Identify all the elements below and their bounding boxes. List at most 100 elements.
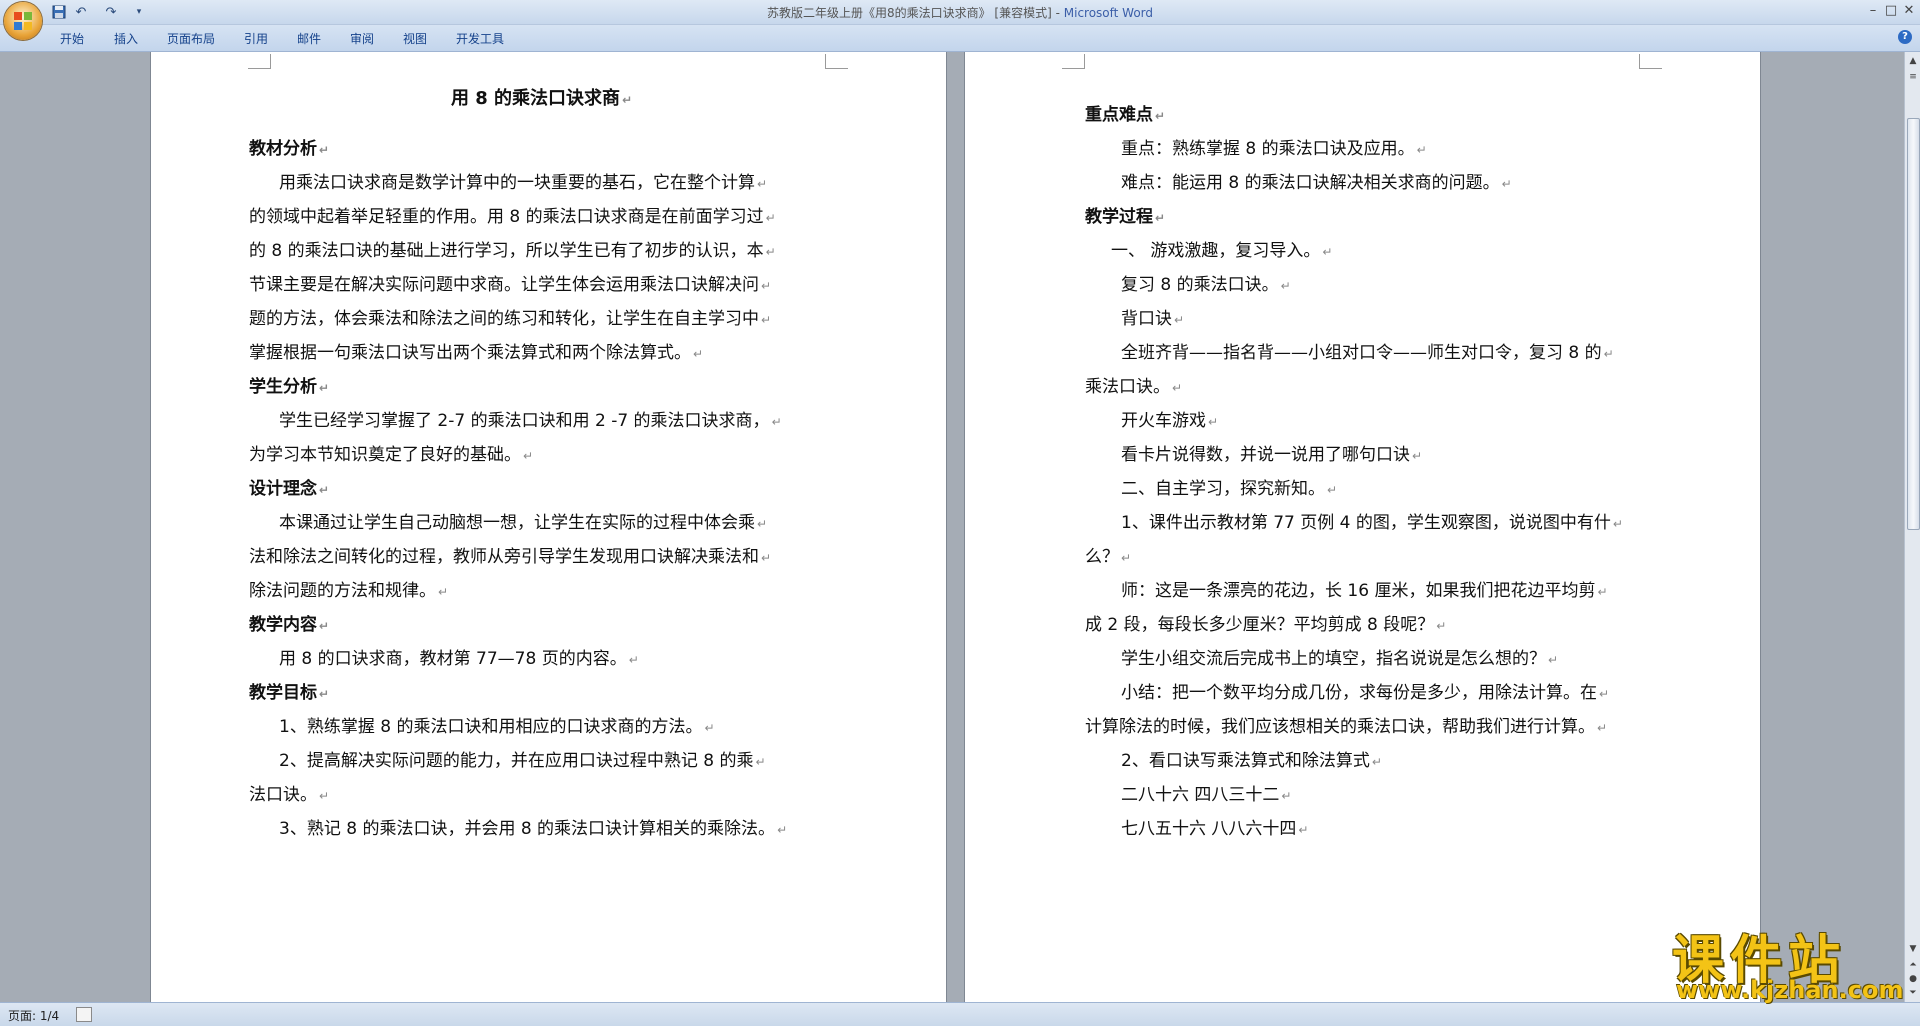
next-page-icon[interactable]: ⏷ [1906,986,1920,1000]
tab-view[interactable]: 视图 [403,30,427,47]
paragraph-line: 二八十六 四八三十二 ↵ [1121,785,1292,805]
margin-corner-top-right [1639,54,1662,69]
paragraph-mark-icon: ↵ [319,687,330,701]
paragraph-mark-icon: ↵ [1599,687,1610,701]
paragraph-line: 2、提高解决实际问题的能力，并在应用口诀过程中熟记 8 的乘 ↵ [279,751,766,771]
paragraph-line: 计算除法的时候，我们应该想相关的乘法口诀，帮助我们进行计算。 ↵ [1085,717,1608,737]
paragraph-mark-icon: ↵ [1155,109,1166,123]
office-button[interactable] [4,2,42,40]
paragraph-line: 复习 8 的乘法口诀。 ↵ [1121,275,1291,295]
paragraph-line: 为学习本节知识奠定了良好的基础。 ↵ [249,445,534,465]
paragraph-mark-icon: ↵ [1371,755,1382,769]
paragraph-mark-icon: ↵ [1436,619,1447,633]
paragraph-line: 1、熟练掌握 8 的乘法口诀和用相应的口诀求商的方法。 ↵ [279,717,715,737]
scroll-down-icon[interactable]: ▼ [1906,942,1920,956]
paragraph-mark-icon: ↵ [1280,279,1291,293]
document-area: 用 8 的乘法口诀求商 ↵ 教材分析 ↵ 用乘法口诀求商是数学计算中的一块重要的基石，… [0,52,1904,1002]
paragraph-mark-icon: ↵ [319,619,330,633]
paragraph-line: 的 8 的乘法口诀的基础上进行学习，所以学生已有了初步的认识，本 ↵ [249,241,776,261]
paragraph-mark-icon: ↵ [1208,415,1219,429]
paragraph-line: 3、熟记 8 的乘法口诀，并会用 8 的乘法口诀计算相关的乘除法。 ↵ [279,819,788,839]
page-left[interactable]: 用 8 的乘法口诀求商 ↵ 教材分析 ↵ 用乘法口诀求商是数学计算中的一块重要的基石，… [151,52,946,1002]
paragraph-mark-icon: ↵ [319,483,330,497]
paragraph-mark-icon: ↵ [1612,517,1623,531]
tab-references[interactable]: 引用 [244,30,268,47]
paragraph-mark-icon: ↵ [319,143,330,157]
browse-object-icon[interactable]: ● [1906,972,1920,986]
page-right[interactable]: 重点难点 ↵ 重点：熟练掌握 8 的乘法口诀及应用。 ↵ 难点：能运用 8 的乘法口诀解… [965,52,1760,1002]
help-icon[interactable]: ? [1898,30,1912,44]
scroll-up-icon[interactable]: ▲ [1906,54,1920,68]
page-title: 用 8 的乘法口诀求商 ↵ [451,88,633,109]
document-name: 苏教版二年级上册《用8的乘法口诀求商》 [兼容模式] - [766,6,1064,20]
paragraph-mark-icon: ↵ [523,449,534,463]
previous-page-icon[interactable]: ⏶ [1906,958,1920,972]
paragraph-line: 法口诀。 ↵ [249,785,330,805]
paragraph-mark-icon: ↵ [761,313,772,327]
paragraph-mark-icon: ↵ [755,755,766,769]
page-count[interactable]: 页面: 1/4 [8,1007,59,1024]
paragraph-mark-icon: ↵ [1501,177,1512,191]
section-heading: 学生分析 ↵ [249,377,330,397]
paragraph-mark-icon: ↵ [1412,449,1423,463]
watermark-url: www.kjzhan.com [1676,976,1904,1004]
paragraph-mark-icon: ↵ [1281,789,1292,803]
paragraph-line: 掌握根据一句乘法口诀写出两个乘法算式和两个除法算式。 ↵ [249,343,704,363]
paragraph-mark-icon: ↵ [1298,823,1309,837]
tab-insert[interactable]: 插入 [114,30,138,47]
app-name: Microsoft Word [1063,6,1154,20]
ruler-toggle-icon[interactable]: ≡ [1906,70,1920,84]
paragraph-mark-icon: ↵ [761,551,772,565]
paragraph-mark-icon: ↵ [765,245,776,259]
section-heading: 教学目标 ↵ [249,683,330,703]
tab-developer[interactable]: 开发工具 [456,30,504,47]
paragraph-mark-icon: ↵ [1155,211,1166,225]
title-bar: ↶ ↷ ▾ 苏教版二年级上册《用8的乘法口诀求商》 [兼容模式] - Micro… [0,0,1920,25]
paragraph-mark-icon: ↵ [1174,313,1185,327]
section-heading: 教材分析 ↵ [249,139,330,159]
tab-home[interactable]: 开始 [60,30,84,47]
paragraph-line: 全班齐背——指名背——小组对口令——师生对口令，复习 8 的 ↵ [1121,343,1614,363]
paragraph-line: 用乘法口诀求商是数学计算中的一块重要的基石，它在整个计算 ↵ [279,173,768,193]
tab-mailings[interactable]: 邮件 [297,30,321,47]
paragraph-mark-icon: ↵ [771,415,782,429]
scroll-thumb[interactable] [1907,118,1920,530]
paragraph-line: 法和除法之间转化的过程，教师从旁引导学生发现用口诀解决乘法和 ↵ [249,547,772,567]
tab-review[interactable]: 审阅 [350,30,374,47]
proofing-icon[interactable] [76,1007,92,1022]
close-button[interactable]: ✕ [1898,2,1920,20]
paragraph-mark-icon: ↵ [765,211,776,225]
office-logo-icon [14,12,32,30]
paragraph-line: 乘法口诀。 ↵ [1085,377,1183,397]
paragraph-line: 用 8 的口诀求商，教材第 77—78 页的内容。 ↵ [279,649,639,669]
paragraph-line: 一、 游戏激趣，复习导入。 ↵ [1111,241,1333,261]
status-bar: 页面: 1/4 [0,1002,1920,1026]
paragraph-line: 学生小组交流后完成书上的填空，指名说说是怎么想的？ ↵ [1121,649,1559,669]
paragraph-line: 本课通过让学生自己动脑想一想，让学生在实际的过程中体会乘 ↵ [279,513,768,533]
paragraph-line: 么？ ↵ [1085,547,1132,567]
paragraph-mark-icon: ↵ [1548,653,1559,667]
paragraph-line: 1、课件出示教材第 77 页例 4 的图，学生观察图，说说图中有什 ↵ [1121,513,1623,533]
ribbon-tabs: 开始 插入 页面布局 引用 邮件 审阅 视图 开发工具 ? [0,25,1920,52]
vertical-scrollbar[interactable]: ▲ ≡ ▼ ⏶ ● ⏷ [1904,52,1920,1002]
paragraph-line: 七八五十六 八八六十四 ↵ [1121,819,1309,839]
paragraph-line: 难点：能运用 8 的乘法口诀解决相关求商的问题。 ↵ [1121,173,1512,193]
section-heading: 教学过程 ↵ [1085,207,1166,227]
paragraph-line: 开火车游戏 ↵ [1121,411,1219,431]
margin-corner-top-left [1062,54,1085,69]
paragraph-line: 节课主要是在解决实际问题中求商。让学生体会运用乘法口诀解决问 ↵ [249,275,772,295]
paragraph-mark-icon: ↵ [757,177,768,191]
paragraph-mark-icon: ↵ [1603,347,1614,361]
section-heading: 教学内容 ↵ [249,615,330,635]
paragraph-mark-icon: ↵ [1416,143,1427,157]
paragraph-line: 的领域中起着举足轻重的作用。用 8 的乘法口诀求商是在前面学习过 ↵ [249,207,776,227]
paragraph-line: 看卡片说得数，并说一说用了哪句口诀 ↵ [1121,445,1423,465]
tab-page-layout[interactable]: 页面布局 [167,30,215,47]
paragraph-mark-icon: ↵ [319,789,330,803]
paragraph-mark-icon: ↵ [1327,483,1338,497]
paragraph-line: 2、看口诀写乘法算式和除法算式 ↵ [1121,751,1382,771]
paragraph-mark-icon: ↵ [761,279,772,293]
paragraph-mark-icon: ↵ [1597,585,1608,599]
window-title: 苏教版二年级上册《用8的乘法口诀求商》 [兼容模式] - Microsoft W… [0,4,1920,21]
paragraph-line: 二、自主学习，探究新知。 ↵ [1121,479,1338,499]
